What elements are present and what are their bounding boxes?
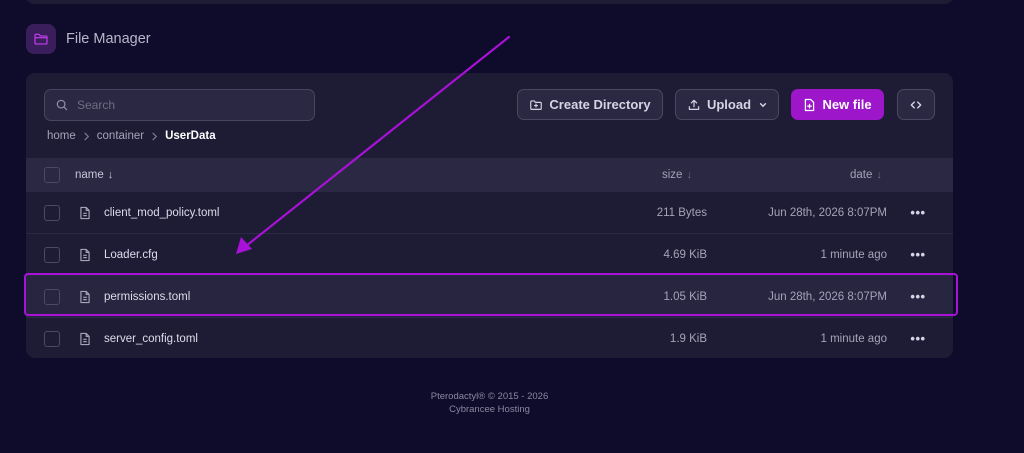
folder-icon	[26, 24, 56, 54]
top-panel-edge	[26, 0, 953, 4]
page-title: File Manager	[66, 31, 151, 47]
file-date: 1 minute ago	[820, 248, 888, 261]
search-icon	[55, 98, 69, 112]
name-column-header[interactable]: name ↓	[75, 158, 113, 192]
date-column-header[interactable]: date ↓	[850, 158, 882, 192]
file-name[interactable]: server_config.toml	[104, 318, 198, 358]
file-text-icon	[79, 318, 91, 358]
sort-down-icon: ↓	[107, 169, 114, 181]
more-options-icon[interactable]: •••	[909, 192, 927, 233]
row-checkbox[interactable]	[44, 246, 60, 263]
code-view-button[interactable]	[897, 89, 935, 120]
create-directory-label: Create Directory	[549, 97, 651, 112]
breadcrumb-current: UserData	[165, 130, 216, 142]
row-select-cell	[44, 234, 60, 275]
select-all-checkbox[interactable]	[44, 167, 60, 183]
file-text-icon	[79, 234, 91, 275]
size-column-header[interactable]: size ↓	[662, 158, 692, 192]
breadcrumb-container[interactable]: container	[97, 130, 144, 142]
new-file-label: New file	[822, 97, 872, 112]
footer: Pterodactyl® © 2015 - 2026 Cybrancee Hos…	[0, 390, 979, 416]
code-icon	[909, 98, 923, 112]
file-size: 4.69 KiB	[663, 248, 707, 261]
date-header-label: date	[850, 169, 873, 181]
breadcrumb-home[interactable]: home	[47, 130, 76, 142]
more-options-icon[interactable]: •••	[909, 234, 927, 275]
name-header-label: name	[75, 169, 104, 181]
chevron-right-icon	[83, 131, 90, 141]
file-date: 1 minute ago	[820, 332, 888, 345]
table-row[interactable]: server_config.toml 1.9 KiB 1 minute ago …	[26, 318, 953, 358]
upload-icon	[687, 98, 701, 112]
sort-down-icon: ↓	[686, 169, 692, 181]
file-plus-icon	[803, 98, 816, 112]
file-date: Jun 28th, 2026 8:07PM	[768, 206, 887, 219]
file-size: 211 Bytes	[656, 206, 707, 219]
table-row[interactable]: client_mod_policy.toml 211 Bytes Jun 28t…	[26, 192, 953, 234]
upload-label: Upload	[706, 97, 752, 112]
footer-hosting: Cybrancee Hosting	[449, 404, 530, 415]
sort-down-icon: ↓	[876, 169, 882, 181]
file-text-icon	[79, 192, 91, 233]
page-header: File Manager	[26, 24, 151, 54]
table-row[interactable]: Loader.cfg 4.69 KiB 1 minute ago •••	[26, 234, 953, 276]
chevron-down-icon	[759, 101, 767, 109]
select-all-cell	[44, 158, 60, 192]
file-name[interactable]: client_mod_policy.toml	[104, 192, 219, 233]
chevron-right-icon	[151, 131, 158, 141]
annotation-highlight-box	[24, 273, 958, 316]
create-directory-button[interactable]: Create Directory	[517, 89, 663, 120]
table-header: name ↓ size ↓ date ↓	[26, 158, 953, 192]
row-checkbox[interactable]	[44, 330, 60, 347]
row-select-cell	[44, 192, 60, 233]
file-name[interactable]: Loader.cfg	[104, 234, 158, 275]
search-box[interactable]	[44, 89, 315, 121]
breadcrumb: home container UserData	[47, 129, 216, 143]
folder-plus-icon	[529, 98, 543, 112]
row-select-cell	[44, 318, 60, 358]
file-size: 1.9 KiB	[669, 332, 707, 345]
footer-copyright: Pterodactyl® © 2015 - 2026	[430, 391, 549, 402]
upload-button[interactable]: Upload	[675, 89, 779, 120]
size-header-label: size	[662, 169, 683, 181]
more-options-icon[interactable]: •••	[909, 318, 927, 358]
row-checkbox[interactable]	[44, 204, 60, 221]
new-file-button[interactable]: New file	[791, 89, 884, 120]
search-input[interactable]	[77, 98, 297, 112]
